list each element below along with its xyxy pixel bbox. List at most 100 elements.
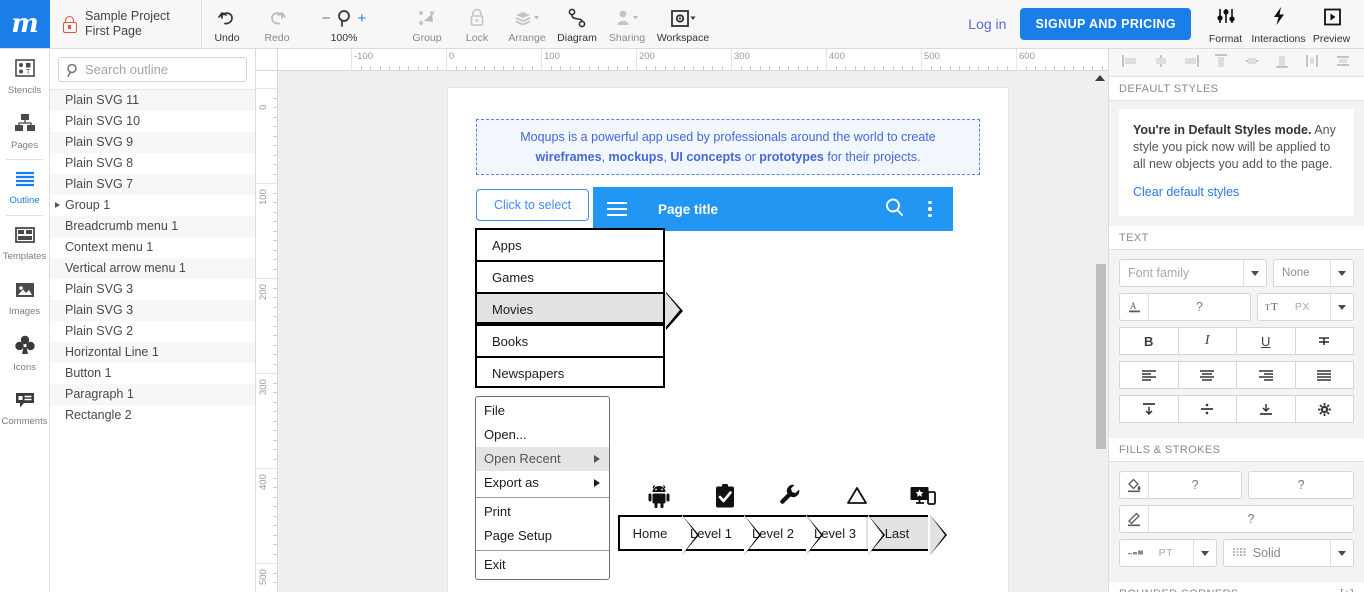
chevron-down-icon[interactable] (1330, 540, 1353, 566)
clipboard-check-icon[interactable] (692, 483, 758, 509)
context-menu-item[interactable]: Page Setup (476, 524, 609, 548)
paragraph-1[interactable]: Moqups is a powerful app used by profess… (476, 119, 980, 175)
sharing-button[interactable]: Sharing (602, 4, 652, 44)
signup-button[interactable]: SIGNUP AND PRICING (1020, 8, 1191, 40)
rounded-corners-expand[interactable]: [+] (1340, 588, 1354, 592)
context-menu-item[interactable]: Open Recent (476, 447, 609, 471)
vertical-menu-item[interactable]: Apps (475, 228, 665, 260)
outline-item[interactable]: Vertical arrow menu 1 (50, 258, 255, 279)
lock-button[interactable]: Lock (452, 4, 502, 44)
chevron-down-icon[interactable] (1243, 260, 1266, 286)
stroke-style-select[interactable]: Solid (1222, 539, 1354, 567)
bold-button[interactable]: B (1119, 327, 1179, 355)
android-icon[interactable] (626, 483, 692, 509)
clear-default-styles-link[interactable]: Clear default styles (1133, 184, 1340, 201)
chevron-down-icon[interactable] (1192, 540, 1216, 566)
outline-item[interactable]: Plain SVG 9 (50, 132, 255, 153)
expand-triangle-icon[interactable] (55, 202, 60, 208)
hamburger-icon[interactable] (607, 202, 627, 216)
outline-item[interactable]: Plain SVG 2 (50, 321, 255, 342)
wrench-icon[interactable] (758, 483, 824, 509)
sidebar-item-stencils[interactable]: T Stencils (0, 49, 49, 104)
outline-item[interactable]: Paragraph 1 (50, 384, 255, 405)
vertical-menu-item[interactable]: Newspapers (475, 356, 665, 388)
italic-button[interactable]: I (1177, 327, 1237, 355)
distribute-h-icon[interactable] (1303, 53, 1321, 72)
search-input[interactable] (59, 58, 246, 81)
diagram-button[interactable]: Diagram (552, 4, 602, 44)
context-menu-item[interactable]: Open... (476, 423, 609, 447)
canvas-scrollbar-thumb[interactable] (1096, 264, 1106, 449)
sidebar-item-outline[interactable]: Outline (0, 160, 49, 215)
zoom-out-button[interactable]: − (322, 11, 331, 26)
redo-button[interactable]: Redo (252, 4, 302, 44)
undo-button[interactable]: Undo (202, 4, 252, 44)
outline-item[interactable]: Horizontal Line 1 (50, 342, 255, 363)
align-center-h-icon[interactable] (1152, 53, 1170, 72)
sidebar-item-comments[interactable]: Comments (0, 381, 49, 436)
workspace-button[interactable]: Workspace (652, 4, 714, 44)
canvas-area[interactable]: -100 0 100 200 300 400 500 600 0 100 200 300 400 500… (256, 49, 1108, 592)
horizontal-ruler[interactable]: -100 0 100 200 300 400 500 600 (278, 49, 1108, 71)
arrange-button[interactable]: Arrange (502, 4, 552, 44)
align-text-center-icon[interactable] (1177, 361, 1237, 389)
login-link[interactable]: Log in (954, 16, 1020, 32)
scroll-up-arrow-icon[interactable] (1095, 75, 1105, 81)
zoom-control[interactable]: − + 100% (302, 4, 386, 44)
align-text-left-icon[interactable] (1119, 361, 1179, 389)
valign-middle-icon[interactable] (1177, 395, 1237, 423)
font-color-field[interactable]: A ? (1119, 293, 1251, 321)
text-settings-gear-icon[interactable] (1294, 395, 1354, 423)
distribute-v-icon[interactable] (1334, 53, 1352, 72)
triangle-icon[interactable] (824, 483, 890, 509)
outline-item[interactable]: Context menu 1 (50, 237, 255, 258)
outline-item[interactable]: Group 1 (50, 195, 255, 216)
breadcrumb-item[interactable]: Home (618, 515, 699, 555)
app-bar[interactable]: Page title (593, 187, 953, 231)
align-right-icon[interactable] (1182, 53, 1200, 72)
outline-item[interactable]: Plain SVG 3 (50, 300, 255, 321)
strikethrough-button[interactable] (1294, 327, 1354, 355)
more-vertical-icon[interactable] (921, 200, 939, 218)
align-middle-icon[interactable] (1243, 53, 1261, 72)
devices-star-icon[interactable] (890, 483, 956, 509)
valign-bottom-icon[interactable] (1236, 395, 1296, 423)
moqups-logo[interactable]: m (0, 0, 50, 48)
outline-item[interactable]: Plain SVG 7 (50, 174, 255, 195)
align-text-justify-icon[interactable] (1294, 361, 1354, 389)
outline-item[interactable]: Plain SVG 10 (50, 111, 255, 132)
context-menu-item[interactable]: Exit (476, 553, 609, 577)
outline-item[interactable]: Breadcrumb menu 1 (50, 216, 255, 237)
outline-item[interactable]: Plain SVG 8 (50, 153, 255, 174)
align-left-icon[interactable] (1121, 53, 1139, 72)
align-bottom-icon[interactable] (1273, 53, 1291, 72)
underline-button[interactable]: U (1236, 327, 1296, 355)
vertical-menu-item[interactable]: Movies (475, 292, 683, 330)
outline-item[interactable]: Rectangle 2 (50, 405, 255, 426)
fill-opacity-field[interactable]: ? (1248, 471, 1354, 499)
app-bar-search-icon[interactable] (884, 197, 905, 221)
group-button[interactable]: Group (402, 4, 452, 44)
chevron-down-icon[interactable] (1330, 260, 1353, 286)
sidebar-item-pages[interactable]: Pages (0, 104, 49, 159)
fill-color-field[interactable]: ? (1119, 471, 1243, 499)
sidebar-item-templates[interactable]: Templates (0, 216, 49, 271)
preview-button[interactable]: Preview (1305, 4, 1358, 45)
valign-top-icon[interactable] (1119, 395, 1179, 423)
canvas-page[interactable]: Moqups is a powerful app used by profess… (448, 88, 1008, 592)
context-menu-item[interactable]: Export as (476, 471, 609, 495)
search-box[interactable] (58, 57, 247, 82)
font-size-field[interactable]: TT PX (1256, 293, 1354, 321)
align-top-icon[interactable] (1212, 53, 1230, 72)
font-family-select[interactable]: Font family (1119, 259, 1268, 287)
sidebar-item-images[interactable]: Images (0, 271, 49, 326)
format-button[interactable]: Format (1199, 4, 1252, 45)
font-variant-select[interactable]: None (1273, 259, 1354, 287)
project-info[interactable]: Sample Project First Page (50, 0, 202, 48)
zoom-in-button[interactable]: + (358, 11, 367, 26)
vertical-menu-item[interactable]: Books (475, 324, 665, 356)
outline-item[interactable]: Plain SVG 11 (50, 90, 255, 111)
stroke-color-field[interactable]: ? (1119, 505, 1354, 533)
sidebar-item-icons[interactable]: Icons (0, 326, 49, 381)
align-text-right-icon[interactable] (1236, 361, 1296, 389)
